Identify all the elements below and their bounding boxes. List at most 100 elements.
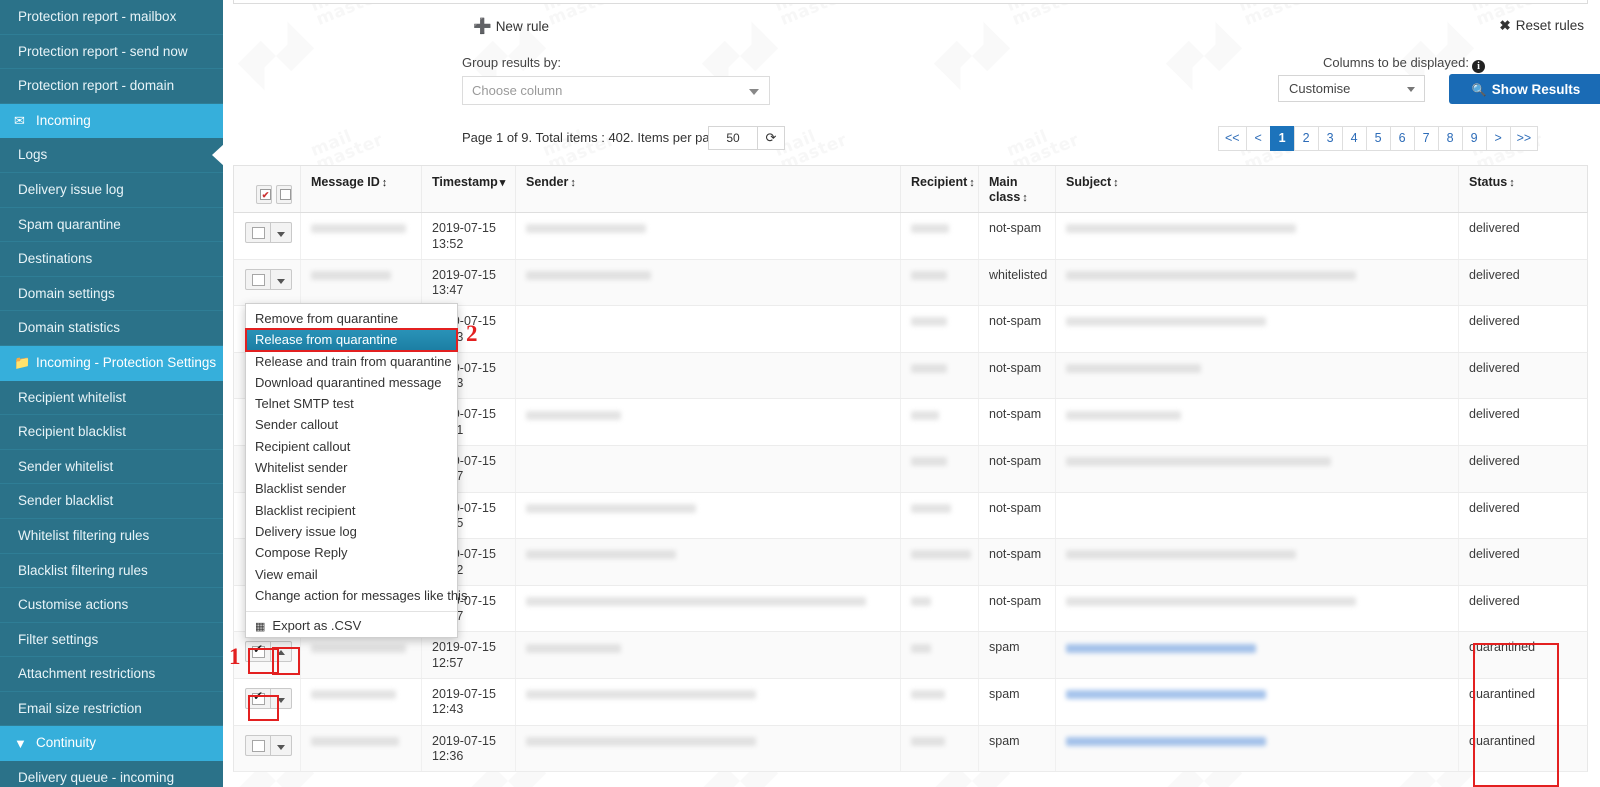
sidebar-item-protection-report-send-now[interactable]: Protection report - send now [0, 34, 223, 70]
cell-sender [516, 725, 901, 772]
row-actions-dropdown-button[interactable] [271, 687, 292, 709]
sort-icon[interactable]: ↕ [1022, 192, 1028, 204]
column-header-main-class[interactable]: Main class ↕ [979, 166, 1056, 212]
cell-subject[interactable] [1056, 632, 1459, 678]
menu-item-delivery-issue-log[interactable]: Delivery issue log [246, 521, 457, 542]
row-checkbox[interactable] [245, 641, 271, 663]
page-button-1[interactable]: 1 [1269, 126, 1294, 151]
menu-item-change-action-for-messages-like-this[interactable]: Change action for messages like this [246, 585, 467, 606]
menu-item-export-csv[interactable]: ▦ Export as .CSV [246, 615, 457, 637]
row-checkbox[interactable] [245, 222, 271, 243]
menu-item-view-email[interactable]: View email [246, 564, 457, 585]
page-button-prev[interactable]: < [1245, 126, 1270, 151]
page-button-9[interactable]: 9 [1461, 126, 1486, 151]
sidebar-item-email-size-restriction[interactable]: Email size restriction [0, 691, 223, 727]
table-row[interactable]: 2019-07-15 13:52 not-spam delivered [233, 213, 1588, 260]
row-actions-dropdown-button[interactable] [271, 268, 292, 290]
sidebar-item-recipient-whitelist[interactable]: Recipient whitelist [0, 380, 223, 416]
copy-selection-button[interactable] [276, 185, 292, 204]
sidebar-item-blacklist-filtering-rules[interactable]: Blacklist filtering rules [0, 553, 223, 589]
sidebar-item-incoming[interactable]: ✉ Incoming [0, 103, 223, 139]
menu-item-blacklist-recipient[interactable]: Blacklist recipient [246, 500, 457, 521]
row-checkbox[interactable] [245, 734, 271, 756]
page-button-4[interactable]: 4 [1341, 126, 1366, 151]
sidebar-item-sender-whitelist[interactable]: Sender whitelist [0, 449, 223, 485]
redacted-text [1066, 550, 1296, 560]
select-all-button[interactable]: ✔ [256, 185, 272, 204]
info-icon[interactable]: i [1472, 60, 1485, 73]
page-button-3[interactable]: 3 [1317, 126, 1342, 151]
row-actions-dropdown-button[interactable] [271, 222, 292, 243]
menu-item-telnet-smtp-test[interactable]: Telnet SMTP test [246, 393, 457, 414]
menu-item-whitelist-sender[interactable]: Whitelist sender [246, 457, 457, 478]
page-button-next[interactable]: > [1485, 126, 1510, 151]
sidebar-item-delivery-issue-log[interactable]: Delivery issue log [0, 172, 223, 208]
menu-item-sender-callout[interactable]: Sender callout [246, 414, 457, 435]
sidebar-item-whitelist-filtering-rules[interactable]: Whitelist filtering rules [0, 518, 223, 554]
sort-icon[interactable]: ↕ [1509, 177, 1515, 189]
column-header-label: Subject [1066, 175, 1112, 189]
show-results-button[interactable]: 🔍 Show Results [1449, 74, 1600, 104]
sidebar-item-destinations[interactable]: Destinations [0, 242, 223, 277]
sidebar-item-recipient-blacklist[interactable]: Recipient blacklist [0, 415, 223, 450]
row-actions-dropdown-button[interactable] [271, 641, 292, 663]
cell-sender [516, 213, 901, 259]
sidebar-item-continuity[interactable]: ▼ Continuity [0, 726, 223, 762]
sidebar-item-logs[interactable]: Logs [0, 138, 223, 173]
menu-item-remove-from-quarantine[interactable]: Remove from quarantine [246, 308, 457, 329]
table-row[interactable]: 2019-07-15 12:36 spam quarantined [233, 725, 1588, 773]
sort-icon[interactable]: ▾ [500, 177, 506, 189]
page-button-6[interactable]: 6 [1389, 126, 1414, 151]
table-row[interactable]: 2019-07-15 12:57 spam quarantined [233, 632, 1588, 679]
column-header-recipient[interactable]: Recipient ↕ [901, 166, 979, 212]
sidebar-item-spam-quarantine[interactable]: Spam quarantine [0, 207, 223, 243]
items-per-page-input[interactable]: 50 [708, 126, 758, 150]
sort-icon[interactable]: ↕ [969, 177, 975, 189]
column-header-message-id[interactable]: Message ID ↕ [301, 166, 422, 212]
page-button-2[interactable]: 2 [1293, 126, 1318, 151]
sidebar-item-domain-statistics[interactable]: Domain statistics [0, 311, 223, 346]
page-button-8[interactable]: 8 [1437, 126, 1462, 151]
column-header-subject[interactable]: Subject ↕ [1056, 166, 1459, 212]
menu-item-download-quarantined-message[interactable]: Download quarantined message [246, 372, 457, 393]
page-button-prevprev[interactable]: << [1218, 126, 1246, 151]
sidebar-item-protection-report-mailbox[interactable]: Protection report - mailbox [0, 0, 223, 35]
sidebar-item-domain-settings[interactable]: Domain settings [0, 276, 223, 312]
cell-subject[interactable] [1056, 725, 1459, 772]
column-header-status[interactable]: Status ↕ [1459, 166, 1579, 212]
sort-icon[interactable]: ↕ [382, 177, 388, 189]
row-actions-dropdown-button[interactable] [271, 734, 292, 756]
menu-item-recipient-callout[interactable]: Recipient callout [246, 436, 457, 457]
items-per-page-apply-button[interactable]: ⟳ [758, 126, 785, 150]
table-row[interactable]: 2019-07-15 12:43 spam quarantined [233, 678, 1588, 726]
cell-subject[interactable] [1056, 678, 1459, 725]
column-header-timestamp[interactable]: Timestamp ▾ [422, 166, 516, 212]
app-root: mailmastermailmastermailmastermailmaster… [0, 0, 1600, 787]
page-button-nextnext[interactable]: >> [1509, 126, 1539, 151]
menu-item-release-from-quarantine[interactable]: Release from quarantine [245, 328, 458, 352]
menu-item-blacklist-sender[interactable]: Blacklist sender [246, 478, 457, 499]
row-actions-context-menu[interactable]: Remove from quarantine Release from quara… [245, 303, 467, 639]
row-checkbox[interactable] [245, 687, 271, 709]
sort-icon[interactable]: ↕ [570, 177, 576, 189]
sidebar-item-incoming-protection-settings[interactable]: 📁 Incoming - Protection Settings [0, 345, 223, 381]
reset-rules-button[interactable]: ✖ Reset rules [1499, 18, 1584, 34]
row-checkbox[interactable] [245, 268, 271, 290]
table-row[interactable]: 2019-07-15 13:47 whitelisted delivered [233, 259, 1588, 307]
sidebar-item-customise-actions[interactable]: Customise actions [0, 588, 223, 623]
column-header-sender[interactable]: Sender ↕ [516, 166, 901, 212]
page-button-5[interactable]: 5 [1365, 126, 1390, 151]
menu-item-release-and-train-from-quarantine[interactable]: Release and train from quarantine [246, 351, 457, 372]
new-rule-button[interactable]: ➕ New rule [473, 17, 549, 35]
sidebar-item-protection-report-domain[interactable]: Protection report - domain [0, 69, 223, 104]
sidebar-item-sender-blacklist[interactable]: Sender blacklist [0, 484, 223, 519]
group-results-select[interactable]: Choose column [462, 76, 770, 105]
page-button-7[interactable]: 7 [1413, 126, 1438, 151]
menu-item-compose-reply[interactable]: Compose Reply [246, 542, 457, 563]
sort-icon[interactable]: ↕ [1113, 177, 1119, 189]
customise-columns-select[interactable]: Customise [1278, 75, 1425, 102]
sidebar-item-delivery-queue-incoming[interactable]: Delivery queue - incoming [0, 761, 223, 787]
cell-timestamp: 2019-07-15 12:36 [422, 725, 516, 772]
sidebar-item-attachment-restrictions[interactable]: Attachment restrictions [0, 657, 223, 692]
sidebar-item-filter-settings[interactable]: Filter settings [0, 622, 223, 658]
